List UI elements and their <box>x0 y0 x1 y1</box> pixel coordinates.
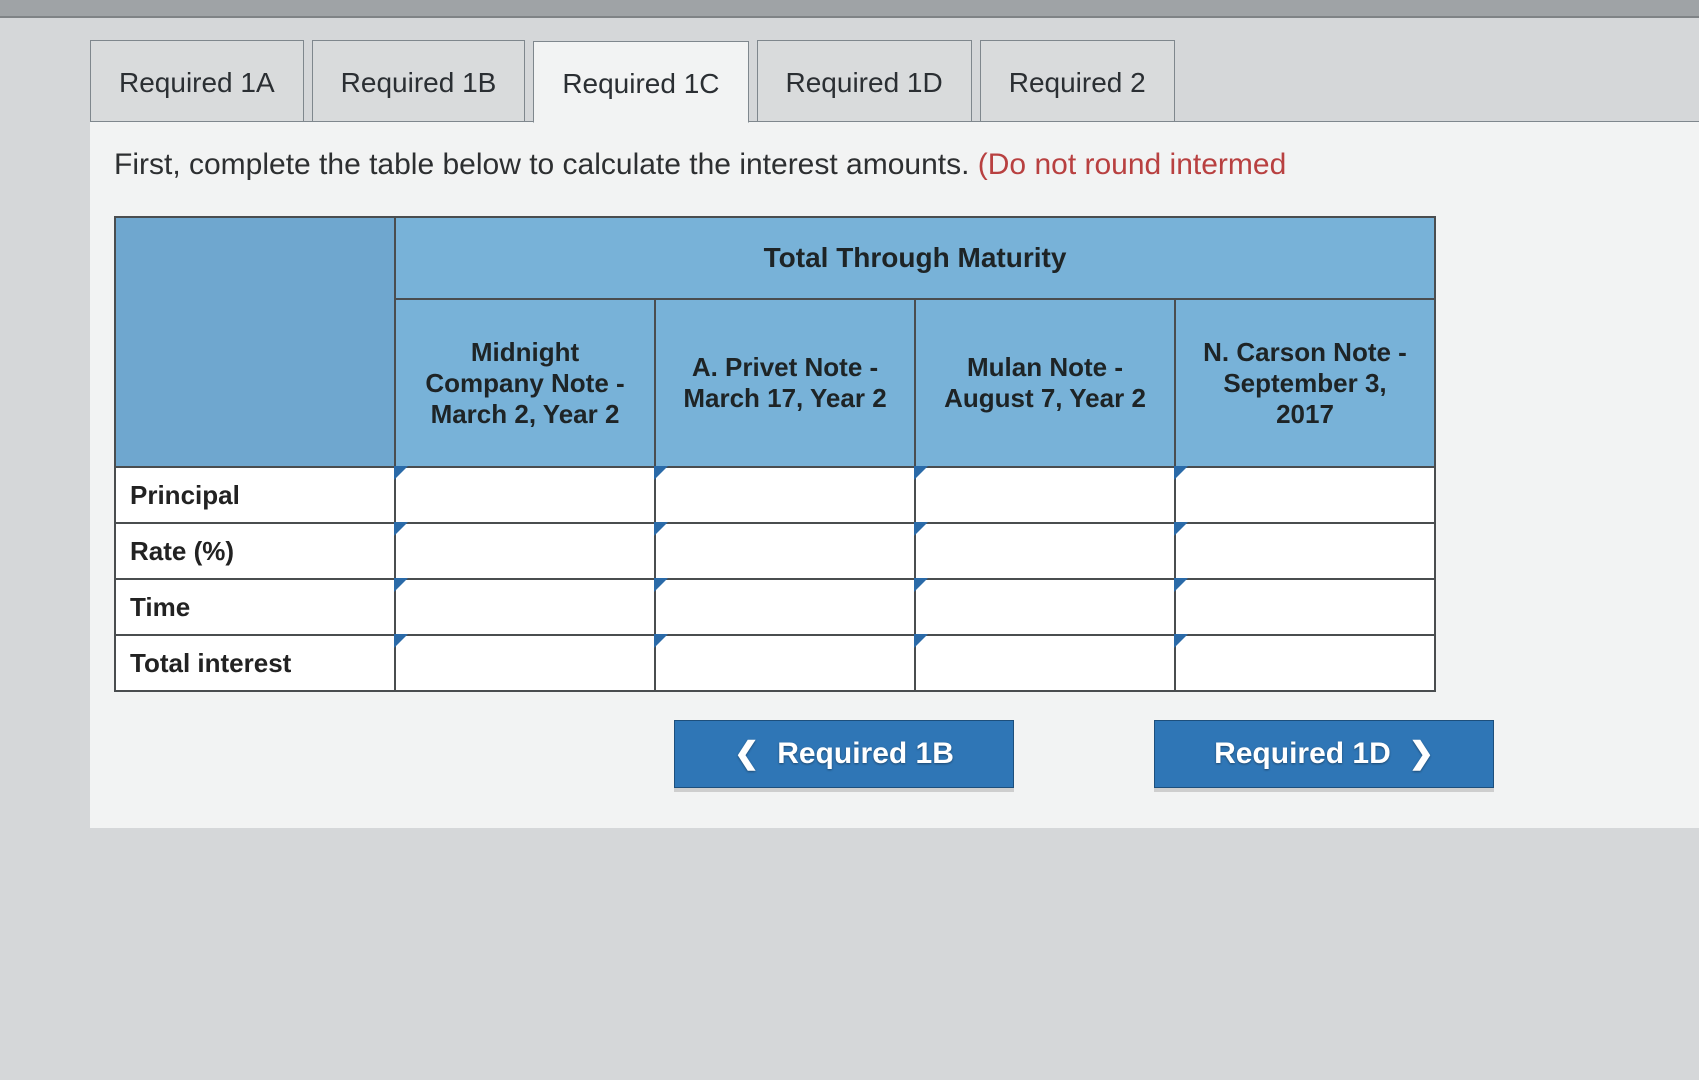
col-header-carson: N. Carson Note - September 3, 2017 <box>1175 299 1435 467</box>
next-button-label: Required 1D <box>1214 737 1391 771</box>
cell-marker-icon <box>1174 578 1188 592</box>
tab-label: Required 1C <box>562 68 719 99</box>
cell-total-carson[interactable] <box>1175 635 1435 691</box>
cell-rate-carson[interactable] <box>1175 523 1435 579</box>
chevron-right-icon: ❯ <box>1409 739 1434 769</box>
tab-required-1c[interactable]: Required 1C <box>533 41 748 123</box>
tab-required-1b[interactable]: Required 1B <box>312 40 526 122</box>
tab-panel: First, complete the table below to calcu… <box>90 121 1699 828</box>
cell-principal-midnight[interactable] <box>395 467 655 523</box>
calc-table: Total Through Maturity Midnight Company … <box>114 216 1436 692</box>
cell-marker-icon <box>394 578 408 592</box>
top-divider <box>0 0 1699 18</box>
nav-buttons: ❮ Required 1B Required 1D ❯ <box>114 720 1675 788</box>
instruction-note: (Do not round intermed <box>978 148 1287 181</box>
tab-label: Required 1D <box>786 67 943 98</box>
cell-marker-icon <box>654 634 668 648</box>
input-rate-privet[interactable] <box>656 524 914 578</box>
input-total-carson[interactable] <box>1176 636 1434 690</box>
cell-rate-mulan[interactable] <box>915 523 1175 579</box>
cell-marker-icon <box>654 578 668 592</box>
header-corner <box>115 217 395 467</box>
cell-marker-icon <box>914 634 928 648</box>
input-principal-privet[interactable] <box>656 468 914 522</box>
cell-principal-carson[interactable] <box>1175 467 1435 523</box>
cell-rate-midnight[interactable] <box>395 523 655 579</box>
cell-total-midnight[interactable] <box>395 635 655 691</box>
instruction-text: First, complete the table below to calcu… <box>114 148 1675 182</box>
table-row: Rate (%) <box>115 523 1435 579</box>
calc-table-wrap: Total Through Maturity Midnight Company … <box>114 216 1675 692</box>
cell-marker-icon <box>1174 466 1188 480</box>
cell-marker-icon <box>394 634 408 648</box>
cell-principal-privet[interactable] <box>655 467 915 523</box>
cell-marker-icon <box>914 466 928 480</box>
tab-strip: Required 1A Required 1B Required 1C Requ… <box>90 40 1699 122</box>
input-time-privet[interactable] <box>656 580 914 634</box>
next-button[interactable]: Required 1D ❯ <box>1154 720 1494 788</box>
row-label-time: Time <box>115 579 395 635</box>
tab-required-1a[interactable]: Required 1A <box>90 40 304 122</box>
table-row: Time <box>115 579 1435 635</box>
col-header-midnight: Midnight Company Note - March 2, Year 2 <box>395 299 655 467</box>
cell-marker-icon <box>1174 634 1188 648</box>
cell-total-privet[interactable] <box>655 635 915 691</box>
cell-time-privet[interactable] <box>655 579 915 635</box>
cell-marker-icon <box>654 522 668 536</box>
input-principal-midnight[interactable] <box>396 468 654 522</box>
cell-time-midnight[interactable] <box>395 579 655 635</box>
input-rate-carson[interactable] <box>1176 524 1434 578</box>
cell-time-carson[interactable] <box>1175 579 1435 635</box>
input-time-mulan[interactable] <box>916 580 1174 634</box>
cell-marker-icon <box>394 466 408 480</box>
tab-label: Required 1B <box>341 67 497 98</box>
tab-label: Required 1A <box>119 67 275 98</box>
chevron-left-icon: ❮ <box>734 739 759 769</box>
cell-marker-icon <box>914 522 928 536</box>
cell-total-mulan[interactable] <box>915 635 1175 691</box>
row-label-principal: Principal <box>115 467 395 523</box>
tab-label: Required 2 <box>1009 67 1146 98</box>
col-header-privet: A. Privet Note - March 17, Year 2 <box>655 299 915 467</box>
row-label-rate: Rate (%) <box>115 523 395 579</box>
input-time-carson[interactable] <box>1176 580 1434 634</box>
table-row: Total interest <box>115 635 1435 691</box>
input-principal-mulan[interactable] <box>916 468 1174 522</box>
cell-rate-privet[interactable] <box>655 523 915 579</box>
input-rate-mulan[interactable] <box>916 524 1174 578</box>
input-total-privet[interactable] <box>656 636 914 690</box>
table-row: Principal <box>115 467 1435 523</box>
cell-time-mulan[interactable] <box>915 579 1175 635</box>
cell-marker-icon <box>654 466 668 480</box>
cell-principal-mulan[interactable] <box>915 467 1175 523</box>
header-total-through-maturity: Total Through Maturity <box>395 217 1435 299</box>
input-time-midnight[interactable] <box>396 580 654 634</box>
col-header-mulan: Mulan Note - August 7, Year 2 <box>915 299 1175 467</box>
input-principal-carson[interactable] <box>1176 468 1434 522</box>
cell-marker-icon <box>394 522 408 536</box>
row-label-total-interest: Total interest <box>115 635 395 691</box>
prev-button[interactable]: ❮ Required 1B <box>674 720 1014 788</box>
prev-button-label: Required 1B <box>777 737 954 771</box>
input-total-midnight[interactable] <box>396 636 654 690</box>
tab-required-2[interactable]: Required 2 <box>980 40 1175 122</box>
tab-required-1d[interactable]: Required 1D <box>757 40 972 122</box>
instruction-main: First, complete the table below to calcu… <box>114 148 978 181</box>
page-container: Required 1A Required 1B Required 1C Requ… <box>0 0 1699 828</box>
cell-marker-icon <box>914 578 928 592</box>
cell-marker-icon <box>1174 522 1188 536</box>
input-rate-midnight[interactable] <box>396 524 654 578</box>
input-total-mulan[interactable] <box>916 636 1174 690</box>
